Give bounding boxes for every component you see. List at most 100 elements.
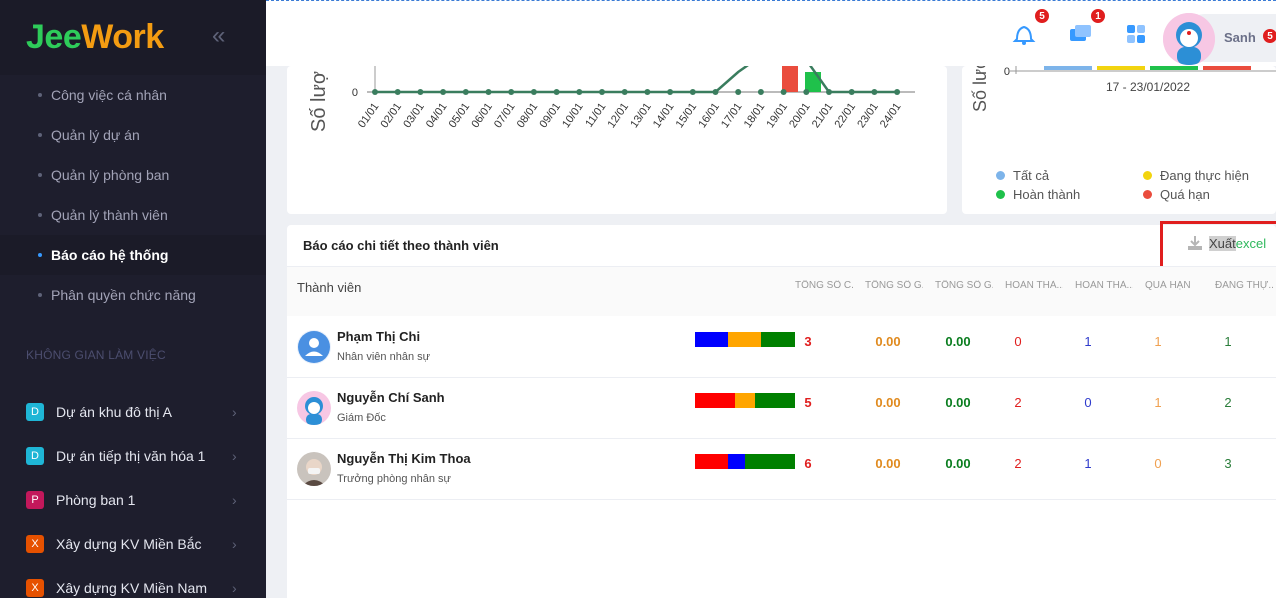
data-point — [826, 89, 832, 95]
member-name[interactable]: Nguyễn Chí Sanh — [337, 390, 445, 405]
menu-item-departments[interactable]: Quản lý phòng ban — [0, 155, 266, 195]
bar-done — [1150, 66, 1198, 70]
table-row[interactable]: Nguyễn Chí Sanh Giám Đốc 5 0.00 0.00 2 0… — [287, 378, 1276, 439]
data-point — [667, 89, 674, 95]
y-tick: 0 — [352, 87, 358, 99]
column-header[interactable]: TỔNG SỐ G... — [935, 280, 993, 291]
menu-item-personal-tasks[interactable]: Công việc cá nhân — [0, 75, 266, 115]
x-label: 17 - 23/01/2022 — [1106, 80, 1190, 94]
data-point — [871, 89, 878, 95]
avatar[interactable] — [1163, 13, 1215, 65]
menu-item-system-report[interactable]: Báo cáo hệ thống — [0, 235, 266, 275]
user-name[interactable]: Sanh — [1224, 30, 1256, 45]
workspace-label: Dự án tiếp thị văn hóa 1 — [56, 448, 206, 464]
data-point — [621, 89, 628, 95]
bell-count-badge: 5 — [1033, 7, 1051, 25]
overdue-count: 1 — [1154, 395, 1162, 410]
legend-item-doing[interactable]: Đang thực hiện — [1143, 168, 1249, 183]
legend-swatch — [1143, 190, 1152, 199]
data-point — [508, 89, 515, 95]
overdue-count: 0 — [1154, 456, 1162, 471]
download-icon — [1188, 236, 1202, 250]
export-excel-button[interactable]: Xuất excel — [1187, 235, 1266, 251]
bullet-icon — [38, 293, 42, 297]
workspace-badge: P — [26, 491, 44, 509]
app-logo[interactable]: JeeWork — [26, 18, 164, 57]
collapse-sidebar-icon[interactable]: « — [212, 22, 225, 50]
data-point — [440, 89, 447, 95]
menu-item-projects[interactable]: Quản lý dự án — [0, 115, 266, 155]
daily-chart-svg: Số lượ 0 01/0102/0103/0104/0105/0106/010… — [308, 46, 915, 132]
y-axis-label: Số lượ — [970, 66, 990, 112]
x-tick-label: 20/01 — [787, 101, 813, 130]
total-tasks: 6 — [804, 456, 812, 471]
x-tick-label: 24/01 — [878, 101, 904, 130]
menu-item-members[interactable]: Quản lý thành viên — [0, 195, 266, 235]
workspace-item[interactable]: X Xây dựng KV Miền Bắc › — [0, 522, 266, 566]
data-point — [372, 89, 378, 95]
chat-icon[interactable] — [1067, 21, 1093, 47]
completed-2: 0 — [1084, 395, 1092, 410]
bullet-icon — [38, 173, 42, 177]
member-name[interactable]: Phạm Thị Chi — [337, 329, 420, 344]
column-header[interactable]: HOÀN THÀ... — [1075, 280, 1133, 291]
workspace-badge: X — [26, 535, 44, 553]
legend-item-all[interactable]: Tất cả — [996, 168, 1049, 183]
workspace-item[interactable]: D Dự án khu đô thị A › — [0, 390, 266, 434]
bar-overdue — [1203, 66, 1251, 70]
data-point — [757, 89, 764, 95]
table-row[interactable]: Phạm Thị Chi Nhân viên nhân sự 3 0.00 0.… — [287, 317, 1276, 378]
member-name[interactable]: Nguyễn Thị Kim Thoa — [337, 451, 471, 466]
x-tick-label: 15/01 — [674, 101, 700, 130]
x-tick-label: 07/01 — [492, 101, 518, 130]
workspace-section-label: KHÔNG GIAN LÀM VIỆC — [26, 348, 166, 362]
data-point — [894, 89, 901, 95]
bullet-icon — [38, 213, 42, 217]
x-tick-label: 11/01 — [583, 101, 608, 130]
daily-task-chart: Số lượ 0 01/01 02/01 03/01 04/01 05/01 06/01 0… — [287, 46, 947, 214]
workspace-item[interactable]: P Phòng ban 1 › — [0, 478, 266, 522]
data-point — [689, 89, 696, 95]
member-report-card: Báo cáo chi tiết theo thành viên Xuất exc… — [287, 221, 1276, 598]
column-header[interactable]: TỔNG SỐ C... — [795, 280, 853, 291]
avatar — [297, 391, 331, 425]
in-progress-count: 3 — [1224, 456, 1232, 471]
column-header[interactable]: HOÀN THÀ... — [1005, 280, 1063, 291]
x-tick-label: 03/01 — [401, 101, 427, 130]
in-progress-count: 2 — [1224, 395, 1232, 410]
workspace-label: Dự án khu đô thị A — [56, 404, 172, 420]
sidebar: JeeWork « Công việc cá nhân Quản lý dự á… — [0, 0, 266, 598]
x-tick-label: 19/01 — [764, 101, 790, 130]
table-row[interactable]: Nguyễn Thị Kim Thoa Trưởng phòng nhân sự… — [287, 439, 1276, 500]
status-bar — [695, 454, 795, 469]
completed-2: 1 — [1084, 334, 1092, 349]
y-axis-label: Số lượ — [308, 71, 330, 132]
menu-item-permissions[interactable]: Phân quyền chức năng — [0, 275, 266, 315]
total-hours-2: 0.00 — [945, 334, 971, 349]
bell-icon[interactable] — [1011, 21, 1037, 47]
data-point — [485, 89, 492, 95]
workspace-item[interactable]: D Dự án tiếp thị văn hóa 1 › — [0, 434, 266, 478]
workspace-badge: X — [26, 579, 44, 597]
column-header[interactable]: Thành viên — [297, 280, 417, 295]
column-header[interactable]: ĐANG THỰ... — [1215, 280, 1273, 291]
workspace-item[interactable]: X Xây dựng KV Miền Nam › — [0, 566, 266, 598]
status-bar — [695, 393, 795, 408]
legend-swatch — [996, 190, 1005, 199]
apps-grid-icon[interactable] — [1123, 21, 1149, 47]
data-point — [780, 89, 787, 95]
bar-overdue — [782, 66, 798, 92]
bullet-icon — [38, 133, 42, 137]
column-header[interactable]: TỔNG SỐ G... — [865, 280, 923, 291]
x-tick-label: 10/01 — [560, 101, 586, 130]
y-tick: 0 — [1004, 66, 1010, 78]
data-point — [417, 89, 424, 95]
data-point — [553, 89, 560, 95]
legend-item-done[interactable]: Hoàn thành — [996, 187, 1080, 202]
legend-item-overdue[interactable]: Quá hạn — [1143, 187, 1210, 202]
x-tick-label: 23/01 — [855, 101, 881, 130]
x-tick-label: 08/01 — [515, 101, 541, 130]
x-tick-label: 18/01 — [742, 101, 768, 130]
in-progress-count: 1 — [1224, 334, 1232, 349]
column-header[interactable]: QUÁ HẠN — [1145, 280, 1203, 291]
